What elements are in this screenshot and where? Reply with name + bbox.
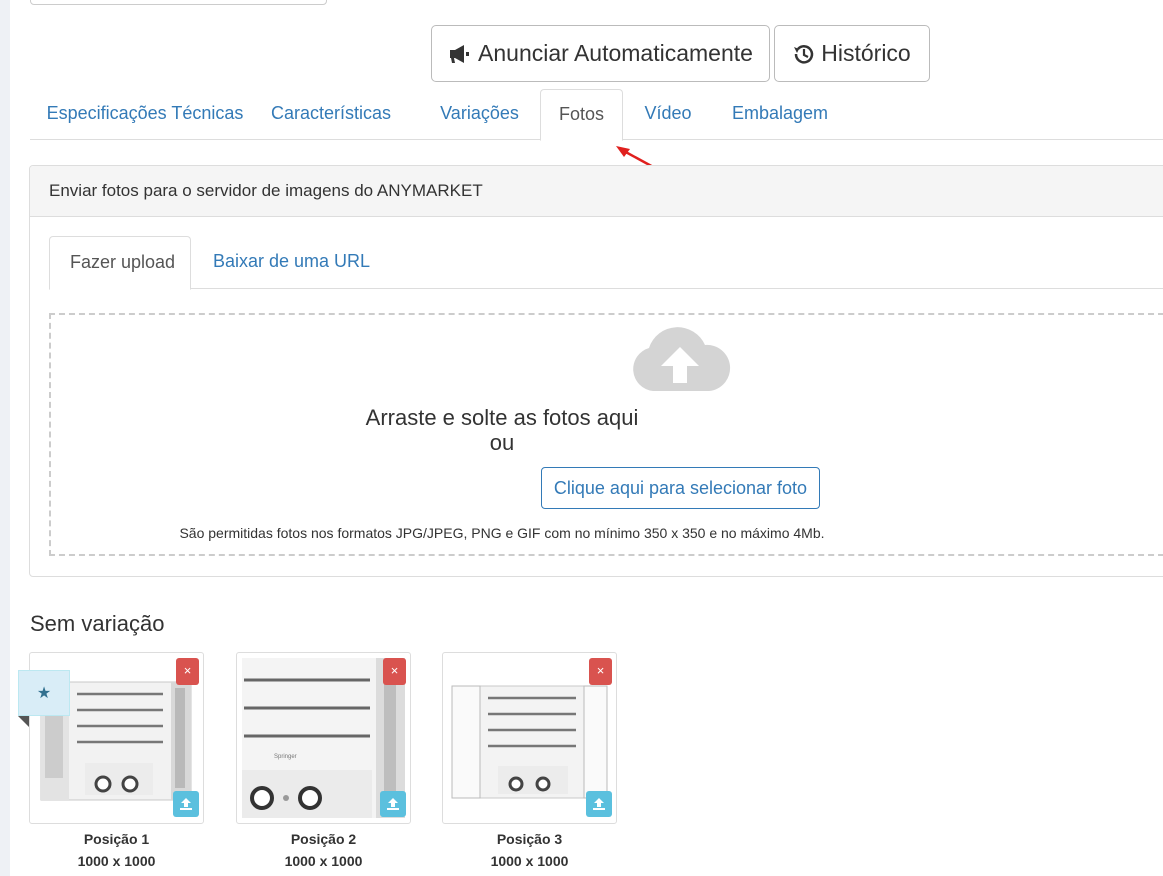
upload-subtabs: Fazer upload Baixar de uma URL xyxy=(49,236,1163,290)
anunciar-automaticamente-button[interactable]: Anunciar Automaticamente xyxy=(431,25,770,82)
position-label: Posição 3 xyxy=(496,831,563,847)
tab-fotos[interactable]: Fotos xyxy=(540,89,623,141)
historico-button[interactable]: Histórico xyxy=(774,25,930,82)
upload-icon xyxy=(180,798,192,810)
primary-photo-badge[interactable]: ★ xyxy=(18,670,70,716)
subtab-fazer-upload[interactable]: Fazer upload xyxy=(49,236,191,290)
photo-position-label: Posição 3 1000 x 1000 xyxy=(442,828,617,872)
upload-icon xyxy=(387,798,399,810)
tab-variacoes[interactable]: Variações xyxy=(422,89,537,140)
section-title: Sem variação xyxy=(30,611,165,636)
dropzone-drag-text: Arraste e solte as fotos aqui xyxy=(365,405,639,430)
svg-text:Springer: Springer xyxy=(274,754,297,760)
dimensions-label: 1000 x 1000 xyxy=(284,853,363,869)
tab-video[interactable]: Vídeo xyxy=(628,89,708,140)
upload-panel: Enviar fotos para o servidor de imagens … xyxy=(29,165,1163,577)
subtab-baixar-url[interactable]: Baixar de uma URL xyxy=(213,236,383,289)
photo-card[interactable]: × xyxy=(442,652,617,824)
remove-photo-button[interactable]: × xyxy=(589,658,612,685)
anunciar-label: Anunciar Automaticamente xyxy=(478,40,753,66)
photo-dropzone[interactable]: Arraste e solte as fotos aqui ou Clique … xyxy=(49,313,1163,556)
position-label: Posição 2 xyxy=(290,831,357,847)
star-icon: ★ xyxy=(36,685,52,702)
historico-label: Histórico xyxy=(821,40,911,66)
tab-caracteristicas[interactable]: Características xyxy=(262,89,400,140)
position-label: Posição 1 xyxy=(83,831,150,847)
megaphone-icon xyxy=(448,43,472,65)
remove-photo-button[interactable]: × xyxy=(383,658,406,685)
cloud-upload-icon xyxy=(633,327,731,391)
dropzone-or-text: ou xyxy=(489,430,515,455)
upload-icon xyxy=(593,798,605,810)
remove-photo-button[interactable]: × xyxy=(176,658,199,685)
badge-fold xyxy=(18,716,29,727)
photo-position-label: Posição 2 1000 x 1000 xyxy=(236,828,411,872)
photo-position-label: Posição 1 1000 x 1000 xyxy=(29,828,204,872)
panel-heading: Enviar fotos para o servidor de imagens … xyxy=(30,166,1163,217)
dimensions-label: 1000 x 1000 xyxy=(77,853,156,869)
history-icon xyxy=(793,43,815,65)
product-tabs: Especificações Técnicas Características … xyxy=(30,89,1163,141)
upload-photo-button[interactable] xyxy=(173,791,199,817)
top-input-field[interactable] xyxy=(30,0,327,5)
tab-especificacoes-tecnicas[interactable]: Especificações Técnicas xyxy=(30,89,260,140)
photo-card[interactable]: Springer × xyxy=(236,652,411,824)
dropzone-format-hint: São permitidas fotos nos formatos JPG/JP… xyxy=(179,525,825,541)
select-photo-button[interactable]: Clique aqui para selecionar foto xyxy=(541,467,820,509)
dimensions-label: 1000 x 1000 xyxy=(490,853,569,869)
tab-embalagem[interactable]: Embalagem xyxy=(718,89,842,140)
upload-photo-button[interactable] xyxy=(380,791,406,817)
upload-photo-button[interactable] xyxy=(586,791,612,817)
